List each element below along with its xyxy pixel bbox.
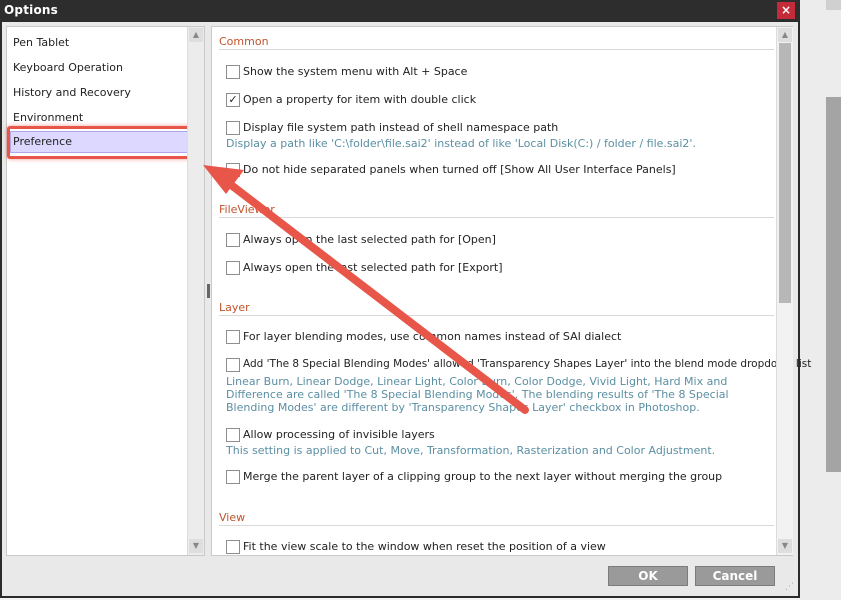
checkbox-label: Merge the parent layer of a clipping gro… [243,470,723,483]
checkbox-label: Always open the last selected path for [… [243,261,503,274]
title-bar[interactable]: Options × [0,0,800,21]
background-scrollbar-thumb[interactable] [826,97,841,472]
section-divider [219,315,774,316]
checkbox-label: Fit the view scale to the window when re… [243,540,606,553]
annotation-highlight-box [7,126,194,159]
sidebar-item-history-and-recovery[interactable]: History and Recovery [13,86,131,99]
section-title-fileviewer: FileViewer [219,203,275,216]
category-scrollbar[interactable]: ▲ ▼ [187,27,204,555]
checkbox-merge-clipping-parent[interactable] [226,470,240,484]
description-text: Display a path like 'C:\folder\file.sai2… [226,137,696,150]
dialog-client-area: Pen Tablet Keyboard Operation History an… [2,22,811,596]
checkbox-file-system-path[interactable] [226,121,240,135]
section-divider [219,217,774,218]
settings-scrollbar[interactable]: ▲ ▼ [776,27,793,555]
checkbox-label: Do not hide separated panels when turned… [243,163,676,176]
checkbox-label: Open a property for item with double cli… [243,93,477,106]
close-button[interactable]: × [777,2,795,19]
scroll-down-icon[interactable]: ▼ [778,539,792,553]
checkbox-open-property[interactable]: ✓ [226,93,240,107]
checkbox-export-last-path[interactable] [226,261,240,275]
section-divider [219,49,774,50]
scrollbar-thumb[interactable] [779,43,791,303]
checkbox-open-last-path[interactable] [226,233,240,247]
panel-splitter[interactable] [207,284,210,298]
checkbox-label: For layer blending modes, use common nam… [243,330,622,343]
cancel-button[interactable]: Cancel [695,566,775,586]
checkbox-label: Add 'The 8 Special Blending Modes' allow… [243,358,812,370]
sidebar-item-pen-tablet[interactable]: Pen Tablet [13,36,69,49]
resize-grip-icon[interactable]: ⋰ [785,582,794,592]
checkbox-system-menu[interactable] [226,65,240,79]
checkbox-label: Always open the last selected path for [… [243,233,496,246]
sidebar-item-environment[interactable]: Environment [13,111,83,124]
checkbox-separated-panels[interactable] [226,163,240,177]
sidebar-item-keyboard-operation[interactable]: Keyboard Operation [13,61,123,74]
settings-panel: Common Show the system menu with Alt + S… [211,26,811,556]
section-title-view: View [219,511,246,524]
checkbox-label: Display file system path instead of shel… [243,121,559,134]
checkbox-common-names[interactable] [226,330,240,344]
section-title-layer: Layer [219,301,250,314]
scroll-up-icon[interactable]: ▲ [189,28,203,42]
category-list: Pen Tablet Keyboard Operation History an… [6,26,205,556]
ok-button[interactable]: OK [608,566,688,586]
background-scroll-arrow [826,0,841,10]
checkbox-fit-view-scale[interactable] [226,540,240,554]
scroll-down-icon[interactable]: ▼ [189,539,203,553]
description-text: This setting is applied to Cut, Move, Tr… [226,444,716,457]
checkbox-label: Show the system menu with Alt + Space [243,65,468,78]
section-title-common: Common [219,35,269,48]
dialog-footer: OK Cancel ⋰ [2,560,798,596]
checkbox-invisible-layers[interactable] [226,428,240,442]
description-text: Linear Burn, Linear Dodge, Linear Light,… [226,375,729,414]
section-divider [219,525,774,526]
checkbox-label: Allow processing of invisible layers [243,428,435,441]
options-dialog: Options × Pen Tablet Keyboard Operation … [0,0,811,598]
window-title: Options [4,3,58,17]
scroll-up-icon[interactable]: ▲ [778,28,792,42]
checkbox-special-blending-modes[interactable] [226,358,240,372]
